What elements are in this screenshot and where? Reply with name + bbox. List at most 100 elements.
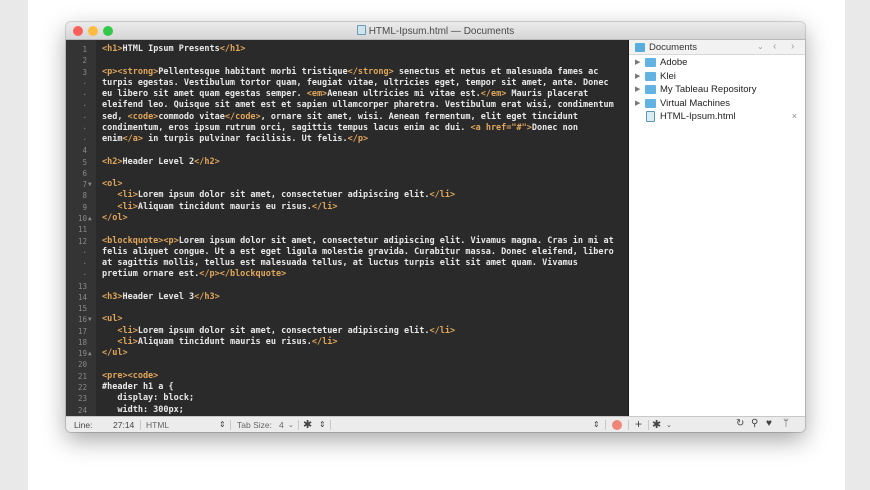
html-tag-token: <em> xyxy=(306,89,328,100)
code-line[interactable]: · turpis egestas. Vestibulum tortor quam,… xyxy=(66,78,628,89)
code-line[interactable]: · felis aliquet congue. Ut a est eget lig… xyxy=(66,247,628,258)
code-line[interactable]: 18 <li>Aliquam tincidunt mauris eu risus… xyxy=(66,337,628,348)
code-line[interactable]: 2 xyxy=(66,55,628,66)
code-line[interactable]: · enim</a> in turpis pulvinar facilisis. … xyxy=(66,134,628,145)
disclosure-triangle-icon[interactable]: ▶ xyxy=(635,99,640,107)
sidebar-folder-item[interactable]: ▶ Klei xyxy=(629,70,805,84)
code-line[interactable]: 12 <blockquote><p>Lorem ipsum dolor sit a… xyxy=(66,236,628,247)
fold-open-icon[interactable]: ▼ xyxy=(88,314,92,325)
html-tag-token: </ul> xyxy=(102,348,128,359)
cursor-position[interactable]: 27:14 xyxy=(113,420,134,430)
html-file-icon xyxy=(646,111,655,123)
code-line[interactable]: 17 <li>Lorem ipsum dolor sit amet, conse… xyxy=(66,326,628,337)
code-line[interactable]: 23 display: block; xyxy=(66,393,628,404)
code-line[interactable]: · at sagittis mollis, tellus est malesuad… xyxy=(66,258,628,269)
updown-chevron-icon[interactable]: ⇕ xyxy=(593,420,600,429)
line-number: 17 xyxy=(77,326,87,336)
code-line[interactable]: 14 <h3>Header Level 3</h3> xyxy=(66,292,628,303)
gear-icon[interactable]: ✱ xyxy=(652,418,661,431)
plus-icon[interactable]: + xyxy=(635,417,642,431)
sidebar-folder-item[interactable]: ▶ My Tableau Repository xyxy=(629,83,805,97)
code-text: <p><strong>Pellentesque habitant morbi t… xyxy=(102,67,598,78)
gear-icon[interactable]: ✱ xyxy=(303,418,312,431)
text-token: eu libero sit amet quam egestas semper. xyxy=(102,89,307,100)
sidebar-file-item[interactable]: HTML-Ipsum.html × xyxy=(629,110,805,124)
sidebar-folder-item[interactable]: ▶ Adobe xyxy=(629,56,805,70)
item-name: Adobe xyxy=(660,57,688,68)
text-token: pretium ornare est. xyxy=(102,269,200,280)
code-line[interactable]: 9 <li>Aliquam tincidunt mauris eu risus.… xyxy=(66,202,628,213)
fold-close-icon[interactable]: ▲ xyxy=(88,348,92,359)
code-line[interactable]: 11 xyxy=(66,224,628,235)
text-token: Lorem ipsum dolor sit amet, consectetuer… xyxy=(137,325,430,336)
sidebar-header[interactable]: Documents ⌄ ‹ › xyxy=(629,40,805,55)
sidebar-location-label[interactable]: Documents xyxy=(649,42,697,53)
code-line[interactable]: · eu libero sit amet quam egestas semper.… xyxy=(66,89,628,100)
code-line[interactable]: 6 xyxy=(66,168,628,179)
code-content[interactable]: 1 <h1>HTML Ipsum Presents</h1> 2 3 <p><stron… xyxy=(66,44,628,416)
code-line[interactable]: 10 ▲ </ol> xyxy=(66,213,628,224)
heart-icon[interactable]: ♥ xyxy=(766,418,772,429)
close-icon[interactable]: × xyxy=(792,111,797,121)
code-line[interactable]: 15 xyxy=(66,303,628,314)
folder-icon xyxy=(645,98,656,108)
html-tag-token: </p></blockquote> xyxy=(199,269,287,280)
sidebar-folder-item[interactable]: ▶ Virtual Machines xyxy=(629,97,805,111)
chevron-down-icon[interactable]: ⌄ xyxy=(757,42,764,51)
search-icon[interactable]: ⚲ xyxy=(751,418,758,429)
code-line[interactable]: 1 <h1>HTML Ipsum Presents</h1> xyxy=(66,44,628,55)
git-branch-icon[interactable]: ᛘ xyxy=(783,418,789,429)
code-line[interactable]: · pretium ornare est.</p></blockquote> xyxy=(66,269,628,280)
code-line[interactable]: · sed, <code>commodo vitae</code>, ornare… xyxy=(66,112,628,123)
code-text: sed, <code>commodo vitae</code>, ornare … xyxy=(102,112,578,123)
refresh-icon[interactable]: ↻ xyxy=(736,418,744,429)
code-line[interactable]: · condimentum, eros ipsum rutrum orci, sa… xyxy=(66,123,628,134)
code-line[interactable]: 21 <pre><code> xyxy=(66,371,628,382)
forward-arrow-icon[interactable]: › xyxy=(791,41,794,52)
window-title-text: HTML-Ipsum.html — Documents xyxy=(368,26,515,37)
item-name: Virtual Machines xyxy=(660,97,731,109)
text-token: Lorem ipsum dolor sit amet, consectetuer… xyxy=(137,190,430,201)
line-number: 1 xyxy=(82,45,87,54)
back-arrow-icon[interactable]: ‹ xyxy=(773,41,776,52)
text-token: Lorem ipsum dolor sit amet, consectetur … xyxy=(178,235,614,246)
fold-close-icon[interactable]: ▲ xyxy=(88,213,92,224)
line-label: Line: xyxy=(74,420,93,430)
code-line[interactable]: 19 ▲ </ul> xyxy=(66,348,628,359)
html-tag-token: </code> xyxy=(224,111,261,122)
chevron-down-icon[interactable]: ⌄ xyxy=(288,421,294,429)
record-macro-button[interactable] xyxy=(612,420,622,430)
code-line[interactable]: · eleifend leo. Quisque sit amet est et s… xyxy=(66,100,628,111)
code-text: <h1>HTML Ipsum Presents</h1> xyxy=(102,44,245,55)
code-line[interactable]: 20 xyxy=(66,359,628,370)
updown-chevron-icon[interactable]: ⇕ xyxy=(219,420,226,429)
code-line[interactable]: 4 xyxy=(66,145,628,156)
disclosure-triangle-icon[interactable]: ▶ xyxy=(635,85,640,93)
code-line[interactable]: 5 <h2>Header Level 2</h2> xyxy=(66,157,628,168)
fold-open-icon[interactable]: ▼ xyxy=(88,179,92,190)
chevron-down-icon[interactable]: ⌄ xyxy=(666,421,672,429)
code-editor[interactable]: 1 <h1>HTML Ipsum Presents</h1> 2 3 <p><stron… xyxy=(66,40,628,416)
html-tag-token: <li> xyxy=(117,336,138,347)
line-number: 4 xyxy=(82,146,87,156)
html-tag-token: </h1> xyxy=(219,44,246,54)
code-line[interactable]: 7 ▼ <ol> xyxy=(66,179,628,190)
updown-chevron-icon[interactable]: ⇕ xyxy=(319,420,326,429)
code-line[interactable]: 3 <p><strong>Pellentesque habitant morbi … xyxy=(66,67,628,78)
code-text: eleifend leo. Quisque sit amet est et sa… xyxy=(102,100,614,111)
code-line[interactable]: 24 width: 300px; xyxy=(66,405,628,416)
syntax-selector[interactable]: HTML xyxy=(146,420,169,430)
text-token: Header Level 3 xyxy=(122,291,195,302)
code-line[interactable]: 13 xyxy=(66,281,628,292)
code-line[interactable]: 16 ▼ <ul> xyxy=(66,314,628,325)
disclosure-triangle-icon[interactable]: ▶ xyxy=(635,58,640,66)
code-line[interactable]: 8 <li>Lorem ipsum dolor sit amet, consec… xyxy=(66,190,628,201)
tab-size-value[interactable]: 4 xyxy=(279,420,284,430)
disclosure-triangle-icon[interactable]: ▶ xyxy=(635,72,640,80)
code-text: pretium ornare est.</p></blockquote> xyxy=(102,269,286,280)
code-line[interactable]: 22 #header h1 a { xyxy=(66,382,628,393)
line-number: 16 xyxy=(77,315,87,325)
text-token: Aliquam tincidunt mauris eu risus. xyxy=(137,336,312,347)
wrap-marker: · xyxy=(82,123,87,133)
